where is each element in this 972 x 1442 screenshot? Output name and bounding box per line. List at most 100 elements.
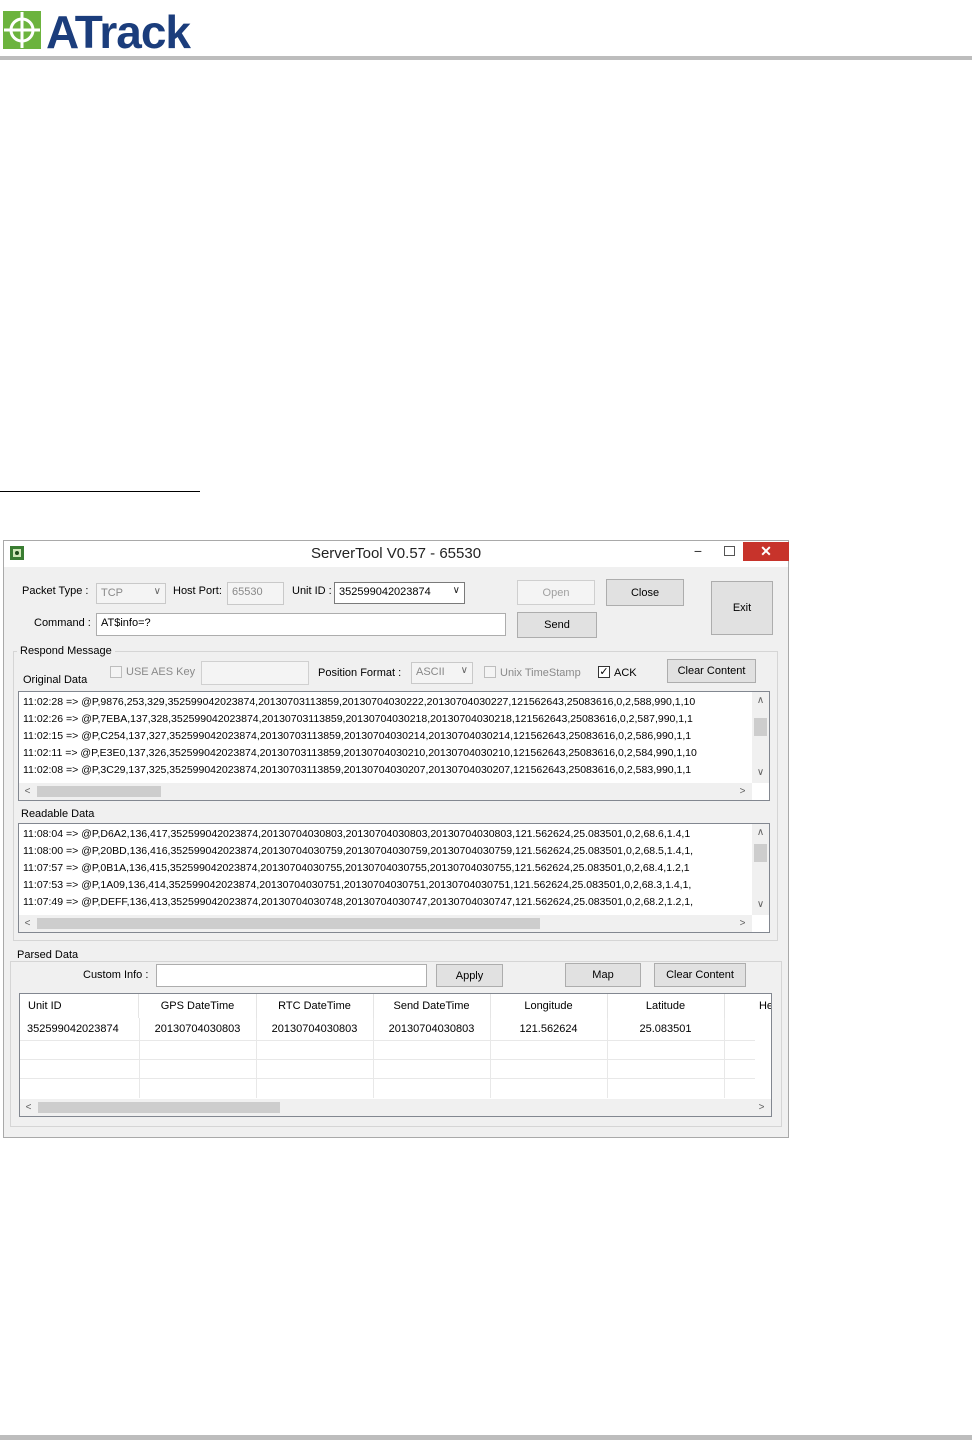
chevron-down-icon: ∨ [153,586,161,597]
scroll-left-icon[interactable]: < [20,1099,37,1116]
use-aes-checkbox[interactable] [110,666,122,678]
log-line: 11:07:53 => @P,1A09,136,414,352599042023… [23,879,692,891]
ack-checkbox[interactable]: ✓ [598,666,610,678]
footer-rule [0,1435,972,1440]
exit-button[interactable]: Exit [711,581,773,635]
scrollbar-thumb[interactable] [37,786,161,797]
log-line: 11:02:26 => @P,7EBA,137,328,352599042023… [23,713,693,725]
unix-timestamp-checkbox[interactable] [484,666,496,678]
log-line: 11:02:08 => @P,3C29,137,325,352599042023… [23,764,692,776]
column-header[interactable]: GPS DateTime [139,994,257,1018]
scrollbar-thumb[interactable] [38,1102,280,1113]
column-header[interactable]: Longitude [490,994,608,1018]
custom-info-label: Custom Info : [83,969,149,981]
scroll-right-icon[interactable]: > [734,915,751,932]
scroll-left-icon[interactable]: < [19,915,36,932]
host-port-value: 65530 [232,586,263,598]
command-label: Command : [34,617,91,629]
column-header[interactable]: Unit ID [20,994,139,1018]
close-window-button[interactable]: ✕ [743,542,789,561]
position-format-value: ASCII [416,666,445,678]
host-port-field[interactable]: 65530 [227,582,284,605]
grid-line [20,1059,755,1060]
maximize-button[interactable] [717,543,741,561]
command-input[interactable]: AT$info=? [96,613,506,636]
scroll-down-icon[interactable]: ∨ [752,764,769,781]
ack-label: ACK [614,667,637,679]
log-line: 11:08:04 => @P,D6A2,136,417,352599042023… [23,828,691,840]
send-datetime-cell: 20130704030803 [388,1023,475,1035]
close-button[interactable]: Close [606,579,684,606]
column-header[interactable]: Latitude [607,994,725,1018]
header-rule [0,56,972,60]
readable-data-label: Readable Data [21,808,95,820]
send-button[interactable]: Send [517,612,597,638]
column-header[interactable]: He [724,994,771,1018]
horizontal-scrollbar[interactable]: < > [19,783,752,800]
grid-line [20,1078,755,1079]
chevron-down-icon: ∨ [452,585,460,596]
scroll-up-icon[interactable]: ∧ [752,824,769,841]
command-value: AT$info=? [101,617,151,629]
open-button[interactable]: Open [517,580,595,605]
position-format-label: Position Format : [318,667,402,679]
log-line: 11:08:00 => @P,20BD,136,416,352599042023… [23,845,694,857]
clear-parsed-button[interactable]: Clear Content [654,963,746,987]
grid-line [20,1040,755,1041]
title-bar[interactable]: ServerTool V0.57 - 65530 − ✕ [4,541,789,567]
aes-key-input[interactable] [201,661,309,685]
unix-timestamp-label: Unix TimeStamp [500,667,581,679]
packet-type-value: TCP [101,587,123,599]
host-port-label: Host Port: [173,585,222,597]
unit-id-cell: 352599042023874 [27,1023,119,1035]
horizontal-scrollbar[interactable]: < > [19,915,752,932]
parsed-data-title: Parsed Data [14,949,82,961]
packet-type-label: Packet Type : [22,585,89,597]
packet-type-select[interactable]: TCP ∨ [96,583,166,604]
parsed-data-grid[interactable]: Unit ID GPS DateTime RTC DateTime Send D… [19,993,772,1117]
position-format-select[interactable]: ASCII ∨ [411,662,473,684]
unit-id-value: 352599042023874 [339,586,431,598]
chevron-down-icon: ∨ [460,665,468,676]
minimize-button[interactable]: − [686,543,710,561]
servertool-window: ServerTool V0.57 - 65530 − ✕ Packet Type… [3,540,789,1138]
map-button[interactable]: Map [565,963,641,987]
clear-respond-button[interactable]: Clear Content [667,659,756,683]
apply-button[interactable]: Apply [436,964,503,987]
logo-wordmark: ATrack [46,6,191,58]
log-line: 11:07:57 => @P,0B1A,136,415,352599042023… [23,862,690,874]
respond-message-title: Respond Message [17,645,115,657]
scroll-right-icon[interactable]: > [753,1099,770,1116]
readable-data-log[interactable]: 11:08:04 => @P,D6A2,136,417,352599042023… [18,823,770,933]
original-data-label: Original Data [23,674,88,686]
grid-line [724,1018,725,1098]
scroll-left-icon[interactable]: < [19,783,36,800]
text-underline-rule [0,491,200,492]
atrack-logo: ATrack [2,6,232,56]
latitude-cell: 25.083501 [639,1023,692,1035]
vertical-scrollbar[interactable]: ∧ ∨ [752,824,769,915]
vertical-scrollbar[interactable]: ∧ ∨ [752,692,769,783]
longitude-cell: 121.562624 [519,1023,578,1035]
window-title: ServerTool V0.57 - 65530 [310,545,482,562]
log-line: 11:02:28 => @P,9876,253,329,352599042023… [23,696,696,708]
custom-info-input[interactable] [156,964,427,987]
scroll-right-icon[interactable]: > [734,783,751,800]
use-aes-label: USE AES Key [126,666,196,678]
rtc-datetime-cell: 20130704030803 [271,1023,358,1035]
column-header[interactable]: RTC DateTime [256,994,374,1018]
log-line: 11:02:15 => @P,C254,137,327,352599042023… [23,730,692,742]
scroll-up-icon[interactable]: ∧ [752,692,769,709]
log-line: 11:07:49 => @P,DEFF,136,413,352599042023… [23,896,694,908]
logo-mark-icon [3,11,41,49]
scrollbar-thumb[interactable] [754,718,767,736]
scrollbar-thumb[interactable] [754,844,767,862]
gps-datetime-cell: 20130704030803 [154,1023,241,1035]
column-header[interactable]: Send DateTime [373,994,491,1018]
unit-id-select[interactable]: 352599042023874 ∨ [334,582,465,604]
scroll-down-icon[interactable]: ∨ [752,896,769,913]
log-line: 11:02:11 => @P,E3E0,137,326,352599042023… [23,747,697,759]
horizontal-scrollbar[interactable]: < > [20,1099,771,1116]
scrollbar-thumb[interactable] [37,918,540,929]
original-data-log[interactable]: 11:02:28 => @P,9876,253,329,352599042023… [18,691,770,801]
